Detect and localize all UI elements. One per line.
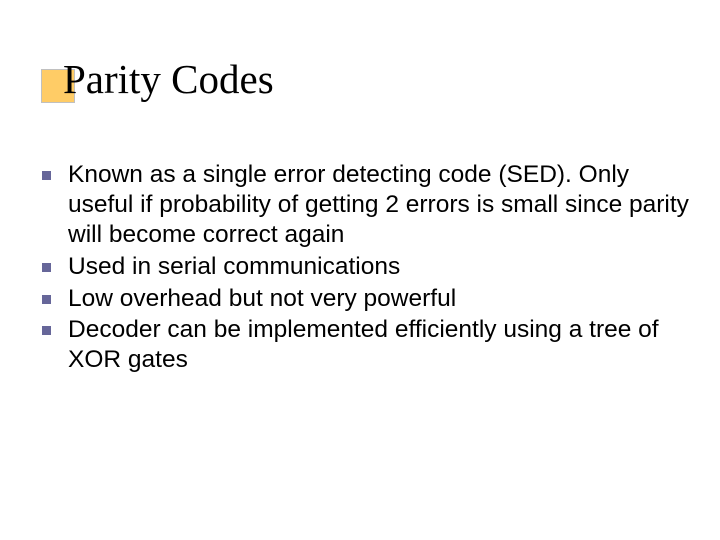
title-area: Parity Codes <box>41 55 681 103</box>
list-item: Low overhead but not very powerful <box>36 284 696 314</box>
bullet-text: Used in serial communications <box>68 253 400 280</box>
slide-title: Parity Codes <box>41 55 681 103</box>
list-item: Used in serial communications <box>36 252 696 282</box>
body-area: Known as a single error detecting code (… <box>36 160 696 377</box>
bullet-text: Known as a single error detecting code (… <box>68 161 689 248</box>
bullet-list: Known as a single error detecting code (… <box>36 160 696 375</box>
list-item: Decoder can be implemented efficiently u… <box>36 315 696 375</box>
slide: Parity Codes Known as a single error det… <box>0 0 720 540</box>
list-item: Known as a single error detecting code (… <box>36 160 696 250</box>
bullet-text: Decoder can be implemented efficiently u… <box>68 316 659 373</box>
bullet-text: Low overhead but not very powerful <box>68 285 456 312</box>
